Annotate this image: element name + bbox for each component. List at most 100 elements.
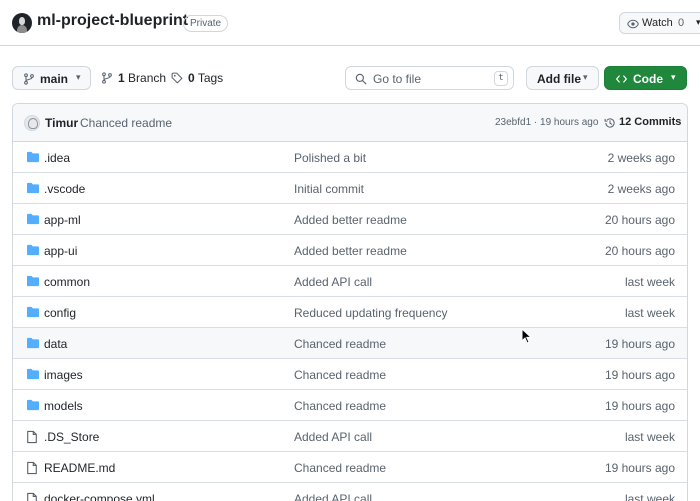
go-to-file-input[interactable]: Go to file t bbox=[345, 66, 514, 90]
code-label: Code bbox=[633, 72, 663, 86]
file-commit-message[interactable]: Initial commit bbox=[294, 182, 364, 196]
file-commit-date: last week bbox=[624, 430, 675, 444]
file-commit-date: 19 hours ago bbox=[604, 337, 675, 351]
branch-selector[interactable]: main ▾ bbox=[12, 66, 91, 90]
file-commit-date: last week bbox=[624, 275, 675, 289]
code-button[interactable]: Code ▾ bbox=[604, 66, 687, 90]
folder-icon bbox=[27, 244, 39, 256]
file-row[interactable]: docker-compose.yml Added API call last w… bbox=[13, 483, 687, 501]
file-row[interactable]: images Chanced readme 19 hours ago bbox=[13, 359, 687, 390]
file-name[interactable]: app-ml bbox=[44, 213, 81, 227]
file-name[interactable]: models bbox=[44, 399, 83, 413]
code-icon bbox=[616, 75, 627, 83]
folder-icon bbox=[27, 182, 39, 194]
chevron-down-icon: ▾ bbox=[671, 72, 676, 82]
file-commit-date: 19 hours ago bbox=[604, 461, 675, 475]
branches-count: 1 bbox=[118, 71, 125, 85]
file-row[interactable]: app-ui Added better readme 20 hours ago bbox=[13, 235, 687, 266]
repo-header: ml-project-blueprint Private Watch 0 ▾ bbox=[0, 0, 700, 46]
file-commit-message[interactable]: Chanced readme bbox=[294, 337, 386, 351]
file-commit-message[interactable]: Chanced readme bbox=[294, 461, 386, 475]
file-name[interactable]: README.md bbox=[44, 461, 115, 475]
file-row[interactable]: .DS_Store Added API call last week bbox=[13, 421, 687, 452]
repo-name[interactable]: ml-project-blueprint bbox=[37, 12, 188, 30]
tags-count: 0 bbox=[188, 71, 195, 85]
visibility-badge: Private bbox=[183, 15, 229, 32]
watch-count: 0 bbox=[678, 17, 685, 29]
file-row[interactable]: common Added API call last week bbox=[13, 266, 687, 297]
commits-count-label: 12 Commits bbox=[619, 116, 682, 128]
git-branch-icon bbox=[102, 72, 112, 84]
file-name[interactable]: .DS_Store bbox=[44, 430, 99, 444]
file-commit-date: 19 hours ago bbox=[604, 399, 675, 413]
file-commit-date: 2 weeks ago bbox=[607, 151, 675, 165]
eye-icon bbox=[627, 19, 639, 29]
folder-icon bbox=[27, 306, 39, 318]
add-file-button[interactable]: Add file ▾ bbox=[526, 66, 599, 90]
file-row[interactable]: .idea Polished a bit 2 weeks ago bbox=[13, 142, 687, 173]
file-name[interactable]: .vscode bbox=[44, 182, 85, 196]
file-commit-message[interactable]: Chanced readme bbox=[294, 399, 386, 413]
folder-icon bbox=[27, 151, 39, 163]
file-name[interactable]: images bbox=[44, 368, 83, 382]
file-list: .idea Polished a bit 2 weeks ago .vscode… bbox=[13, 142, 687, 501]
tags-label: Tags bbox=[197, 71, 224, 85]
folder-icon bbox=[27, 275, 39, 287]
file-commit-date: 2 weeks ago bbox=[607, 182, 675, 196]
go-to-file-placeholder: Go to file bbox=[373, 72, 422, 86]
watch-button[interactable]: Watch 0 ▾ bbox=[619, 12, 700, 34]
repo-toolbar: main ▾ 1 Branch 0 Tags Go to file t Add … bbox=[0, 62, 700, 92]
file-commit-message[interactable]: Reduced updating frequency bbox=[294, 306, 447, 320]
file-name[interactable]: common bbox=[44, 275, 90, 289]
file-commit-message[interactable]: Polished a bit bbox=[294, 151, 366, 165]
author-avatar[interactable] bbox=[24, 115, 40, 131]
folder-icon bbox=[27, 213, 39, 225]
file-commit-date: last week bbox=[624, 306, 675, 320]
owner-avatar[interactable] bbox=[12, 13, 32, 33]
search-icon bbox=[355, 73, 367, 85]
commit-hash-time[interactable]: 23ebfd1 · 19 hours ago bbox=[495, 117, 598, 128]
file-commit-message[interactable]: Chanced readme bbox=[294, 368, 386, 382]
file-name[interactable]: .idea bbox=[44, 151, 70, 165]
file-row[interactable]: app-ml Added better readme 20 hours ago bbox=[13, 204, 687, 235]
file-row[interactable]: data Chanced readme 19 hours ago bbox=[13, 328, 687, 359]
chevron-down-icon: ▾ bbox=[583, 72, 588, 82]
file-commit-message[interactable]: Added better readme bbox=[294, 244, 407, 258]
file-name[interactable]: app-ui bbox=[44, 244, 77, 258]
latest-commit-bar: Timur Chanced readme 23ebfd1 · 19 hours … bbox=[13, 104, 687, 142]
file-commit-date: last week bbox=[624, 492, 675, 501]
file-commit-message[interactable]: Added better readme bbox=[294, 213, 407, 227]
file-commit-message[interactable]: Added API call bbox=[294, 492, 372, 501]
commit-author[interactable]: Timur bbox=[45, 116, 78, 130]
file-commit-message[interactable]: Added API call bbox=[294, 430, 372, 444]
file-row[interactable]: README.md Chanced readme 19 hours ago bbox=[13, 452, 687, 483]
chevron-down-icon: ▾ bbox=[696, 17, 700, 27]
folder-icon bbox=[27, 399, 39, 411]
tag-icon bbox=[171, 72, 183, 84]
commit-message[interactable]: Chanced readme bbox=[80, 116, 172, 130]
file-icon bbox=[27, 492, 37, 501]
keyboard-shortcut-hint: t bbox=[494, 71, 508, 86]
file-commit-message[interactable]: Added API call bbox=[294, 275, 372, 289]
file-row[interactable]: config Reduced updating frequency last w… bbox=[13, 297, 687, 328]
watch-label: Watch bbox=[642, 17, 673, 29]
folder-icon bbox=[27, 368, 39, 380]
chevron-down-icon: ▾ bbox=[76, 72, 81, 82]
file-row[interactable]: .vscode Initial commit 2 weeks ago bbox=[13, 173, 687, 204]
add-file-label: Add file bbox=[537, 72, 581, 86]
file-name[interactable]: config bbox=[44, 306, 76, 320]
file-browser: Timur Chanced readme 23ebfd1 · 19 hours … bbox=[12, 103, 688, 501]
file-commit-date: 20 hours ago bbox=[604, 244, 675, 258]
file-row[interactable]: models Chanced readme 19 hours ago bbox=[13, 390, 687, 421]
folder-icon bbox=[27, 337, 39, 349]
branches-label: Branch bbox=[128, 71, 167, 85]
file-icon bbox=[27, 430, 37, 444]
file-commit-date: 19 hours ago bbox=[604, 368, 675, 382]
branch-name: main bbox=[40, 72, 69, 86]
file-icon bbox=[27, 461, 37, 475]
file-name[interactable]: docker-compose.yml bbox=[44, 492, 155, 501]
git-branch-icon bbox=[24, 73, 34, 85]
file-name[interactable]: data bbox=[44, 337, 67, 351]
history-icon bbox=[604, 118, 615, 128]
file-commit-date: 20 hours ago bbox=[604, 213, 675, 227]
